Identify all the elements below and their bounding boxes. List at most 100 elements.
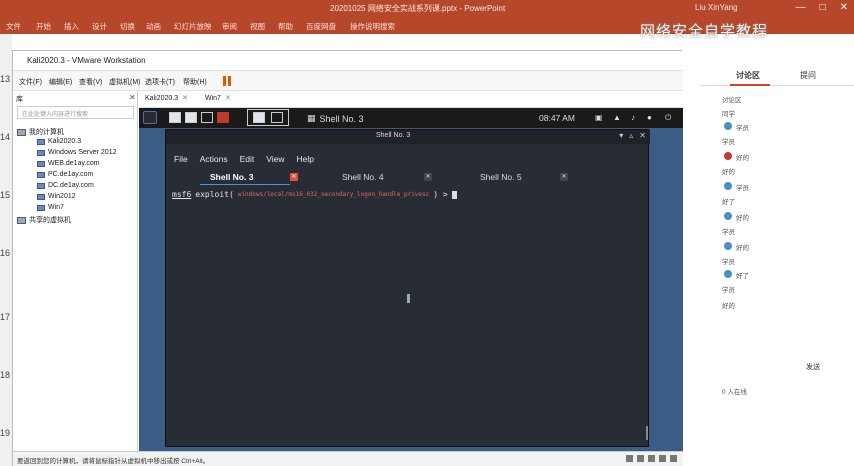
kali-menu-icon[interactable] (143, 111, 157, 124)
notification-icon[interactable]: ▲ (613, 113, 621, 122)
terminal-tabs: Shell No. 3 ✕ Shell No. 4 ✕ Shell No. 5 … (166, 170, 650, 185)
tab-discussion[interactable]: 讨论区 (736, 70, 760, 81)
tab-shell-5[interactable]: Shell No. 5 (480, 172, 522, 182)
tree-item-label: 共享的虚拟机 (29, 217, 71, 224)
menu-vm[interactable]: 虚拟机(M) (109, 77, 141, 87)
ribbon-tab-insert[interactable]: 插入 (64, 21, 79, 32)
tree-item-label: DC.de1ay.com (48, 182, 94, 189)
ribbon-tab-home[interactable]: 开始 (36, 21, 51, 32)
vm-icon (37, 171, 45, 178)
close-icon[interactable]: ✕ (424, 173, 432, 181)
power-icon[interactable]: ⏻ (665, 113, 671, 123)
discussion-header: 讨论区 提问 (700, 64, 854, 86)
menu-view[interactable]: 查看(V) (79, 77, 102, 87)
panel-clock[interactable]: 08:47 AM (539, 113, 575, 123)
workspace-icon[interactable] (169, 112, 181, 123)
screen-icon[interactable]: ▣ (595, 113, 603, 122)
terminal-prompt[interactable]: msf6 exploit( windows/local/ms16_032_sec… (172, 190, 457, 199)
taskbar-terminal[interactable]: ▦ Shell No. 3 (307, 113, 364, 124)
sound-icon[interactable] (659, 455, 666, 462)
tree-item-shared-vms[interactable]: 共享的虚拟机 (17, 215, 71, 225)
slide-number: 17 (0, 312, 11, 322)
menu-file[interactable]: 文件(F) (19, 77, 42, 87)
vm-icon (37, 160, 45, 167)
chat-message: 学员 (722, 259, 735, 266)
ribbon-tab-help[interactable]: 帮助 (278, 21, 293, 32)
lock-icon[interactable]: ● (647, 113, 652, 122)
close-icon[interactable]: ✕ (560, 173, 568, 181)
prompt-command: exploit( (195, 190, 234, 199)
menu-actions[interactable]: Actions (200, 154, 228, 164)
menu-edit[interactable]: Edit (240, 154, 255, 164)
workspace-icon[interactable] (185, 112, 197, 123)
chat-message: 好的 (722, 303, 735, 310)
display-icon[interactable] (670, 455, 677, 462)
workspace-icon[interactable] (201, 112, 213, 123)
ribbon-tab-transitions[interactable]: 切换 (120, 21, 135, 32)
menu-view[interactable]: View (266, 154, 284, 164)
send-button[interactable]: 发送 (806, 362, 820, 372)
kali-top-panel: ▦ Shell No. 3 08:47 AM ▣ ▲ ♪ ● ⏻ (139, 108, 683, 128)
maximize-icon[interactable]: ▵ (629, 131, 633, 140)
workspace-icon[interactable] (271, 112, 283, 123)
chat-message: 学员 (722, 287, 735, 294)
close-icon[interactable]: ✕ (290, 173, 298, 181)
tree-item-vm[interactable]: PC.de1ay.com (37, 171, 93, 178)
network-icon[interactable] (637, 455, 644, 462)
vm-tab-win7[interactable]: Win7 ✕ (205, 94, 231, 103)
vm-icon (37, 149, 45, 156)
tree-item-vm[interactable]: Win2012 (37, 193, 76, 200)
workspace-icon[interactable] (217, 112, 229, 123)
ribbon-tab-animations[interactable]: 动画 (146, 21, 161, 32)
tree-item-vm[interactable]: DC.de1ay.com (37, 182, 94, 189)
close-icon[interactable]: ✕ (639, 131, 646, 140)
ribbon-tab-view[interactable]: 视图 (250, 21, 265, 32)
menu-tabs[interactable]: 选项卡(T) (145, 77, 175, 87)
prompt-suffix: ) > (433, 190, 448, 199)
pause-icon[interactable] (223, 76, 231, 86)
menu-edit[interactable]: 编辑(E) (49, 77, 72, 87)
usb-icon[interactable] (648, 455, 655, 462)
vm-icon (37, 138, 45, 145)
tab-questions[interactable]: 提问 (800, 70, 816, 81)
ribbon-tab-slideshow[interactable]: 幻灯片放映 (174, 21, 212, 32)
ribbon-tab-design[interactable]: 设计 (92, 21, 107, 32)
tree-item-vm[interactable]: WEB.de1ay.com (37, 160, 100, 167)
ppt-user[interactable]: Liu XinYang (695, 3, 738, 12)
library-search-input[interactable]: 在此处键入内容进行搜索 (17, 106, 134, 119)
maximize-icon[interactable]: □ (820, 2, 826, 13)
tree-item-vm[interactable]: Win7 (37, 204, 64, 211)
tree-item-vm[interactable]: Kali2020.3 (37, 138, 81, 145)
ribbon-tab-review[interactable]: 审阅 (222, 21, 237, 32)
terminal-icon: ▦ (307, 113, 316, 123)
tree-item-label: Kali2020.3 (48, 138, 82, 145)
close-icon[interactable]: ✕ (129, 93, 136, 102)
vm-tab-kali[interactable]: Kali2020.3 ✕ (145, 94, 188, 103)
tab-shell-4[interactable]: Shell No. 4 (342, 172, 384, 182)
vmware-title: Kali2020.3 - VMware Workstation (27, 56, 146, 65)
close-icon[interactable]: ✕ (182, 94, 188, 102)
terminal-window[interactable]: Shell No. 3 ▾ ▵ ✕ File Actions Edit View… (165, 129, 650, 447)
kali-desktop[interactable]: ▦ Shell No. 3 08:47 AM ▣ ▲ ♪ ● ⏻ Shell No… (139, 108, 683, 451)
minimize-icon[interactable]: — (796, 2, 806, 13)
close-icon[interactable]: ✕ (840, 2, 848, 13)
scrollbar[interactable] (646, 426, 648, 440)
tree-item-vm[interactable]: Windows Server 2012 (37, 149, 116, 156)
volume-icon[interactable]: ♪ (631, 113, 635, 122)
ribbon-search[interactable]: 操作说明搜索 (350, 21, 395, 32)
workspace-icon[interactable] (253, 112, 265, 123)
ribbon-tab-baidu[interactable]: 百度网盘 (306, 21, 336, 32)
menu-help[interactable]: 帮助(H) (183, 77, 207, 87)
close-icon[interactable]: ✕ (225, 94, 231, 102)
ribbon-tab-file[interactable]: 文件 (6, 21, 21, 32)
active-tab-indicator (730, 84, 770, 86)
shared-vm-icon (17, 216, 26, 224)
hdd-icon[interactable] (626, 455, 633, 462)
menu-help[interactable]: Help (297, 154, 314, 164)
chat-message: 好的 (736, 155, 749, 162)
tree-item-my-computer[interactable]: 我的计算机 (17, 127, 64, 137)
tab-shell-3[interactable]: Shell No. 3 (210, 172, 253, 182)
vmware-titlebar: Kali2020.3 - VMware Workstation (13, 51, 683, 71)
minimize-icon[interactable]: ▾ (619, 131, 623, 140)
menu-file[interactable]: File (174, 154, 188, 164)
